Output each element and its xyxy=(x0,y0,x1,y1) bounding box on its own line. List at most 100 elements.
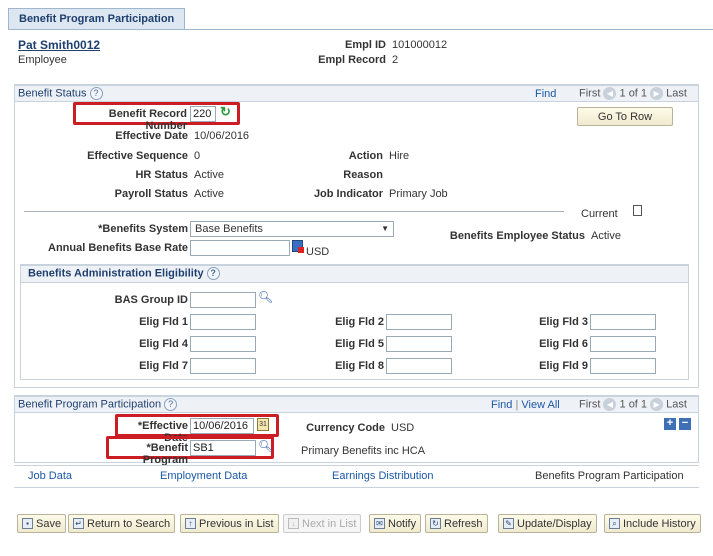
participation-effective-date-input[interactable] xyxy=(190,418,254,434)
annual-rate-label: Annual Benefits Base Rate xyxy=(48,242,188,254)
annual-rate-input[interactable] xyxy=(190,240,290,256)
help-icon[interactable]: ? xyxy=(164,398,178,411)
return-to-search-button[interactable]: ↵ Return to Search xyxy=(68,514,176,533)
hr-status-value: Active xyxy=(194,169,224,181)
eligibility-title: Benefits Administration Eligibility ? xyxy=(28,267,220,280)
previous-icon: ↑ xyxy=(185,518,196,529)
help-icon[interactable]: ? xyxy=(206,267,220,280)
current-label: Current xyxy=(581,208,618,220)
update-display-icon: ✎ xyxy=(503,518,514,529)
effective-sequence-value: 0 xyxy=(194,150,201,162)
elig-fld-8-input[interactable] xyxy=(386,358,452,374)
empl-id-value: 101000012 xyxy=(392,39,448,51)
elig-fld-4-input[interactable] xyxy=(190,336,256,352)
hr-status-label: HR Status xyxy=(135,169,188,181)
elig-fld-1-input[interactable] xyxy=(190,314,256,330)
delete-row-icon[interactable]: − xyxy=(679,418,691,430)
notify-icon: ✉ xyxy=(374,518,385,529)
view-all-link[interactable]: View All xyxy=(521,399,559,411)
benefit-program-description: Primary Benefits inc HCA xyxy=(301,445,426,457)
effective-sequence-label: Effective Sequence xyxy=(87,150,188,162)
return-icon: ↵ xyxy=(73,518,84,529)
elig-fld-6-input[interactable] xyxy=(590,336,656,352)
payroll-status-value: Active xyxy=(194,188,224,200)
elig-fld-2-input[interactable] xyxy=(386,314,452,330)
elig-fld-5-label: Elig Fld 5 xyxy=(335,338,384,350)
elig-fld-2-label: Elig Fld 2 xyxy=(335,316,384,328)
first-link[interactable]: First xyxy=(579,398,600,410)
last-link[interactable]: Last xyxy=(666,87,687,99)
previous-in-list-button[interactable]: ↑ Previous in List xyxy=(180,514,279,533)
prev-arrow-icon[interactable]: ◀ xyxy=(603,87,617,100)
job-indicator-label: Job Indicator xyxy=(313,188,383,200)
row-navigator: First ◀ 1 of 1 ▶ Last xyxy=(579,87,687,100)
dropdown-arrow-icon: ▼ xyxy=(381,224,389,233)
go-to-row-button[interactable]: Go To Row xyxy=(577,107,673,126)
update-display-button[interactable]: ✎ Update/Display xyxy=(498,514,597,533)
effective-date-label: Effective Date xyxy=(115,130,188,142)
employee-name: Pat Smith0012 xyxy=(18,38,101,52)
elig-fld-6-label: Elig Fld 6 xyxy=(539,338,588,350)
next-arrow-icon[interactable]: ▶ xyxy=(650,398,664,411)
save-icon: ▪ xyxy=(22,518,33,529)
tab-underline xyxy=(8,29,713,30)
earnings-distribution-link[interactable]: Earnings Distribution xyxy=(332,470,434,482)
prev-arrow-icon[interactable]: ◀ xyxy=(603,398,617,411)
effective-date-value: 10/06/2016 xyxy=(194,130,250,142)
refresh-icon: ↻ xyxy=(430,518,441,529)
participation-links: Find | View All xyxy=(491,399,560,411)
search-icon[interactable]: 🔍︎ xyxy=(258,439,273,453)
benefits-system-select[interactable]: Base Benefits ▼ xyxy=(190,221,394,237)
last-link[interactable]: Last xyxy=(666,398,687,410)
participation-navigator: First ◀ 1 of 1 ▶ Last xyxy=(579,398,687,411)
first-link[interactable]: First xyxy=(579,87,600,99)
find-link[interactable]: Find xyxy=(535,88,556,100)
employment-data-link[interactable]: Employment Data xyxy=(160,470,247,482)
emp-status-value: Active xyxy=(591,230,621,242)
participation-title: Benefit Program Participation ? xyxy=(18,398,178,411)
elig-fld-1-label: Elig Fld 1 xyxy=(139,316,188,328)
elig-fld-8-label: Elig Fld 8 xyxy=(335,360,384,372)
next-arrow-icon[interactable]: ▶ xyxy=(650,87,664,100)
calendar-icon[interactable]: 31 xyxy=(257,418,269,431)
links-divider-top xyxy=(14,465,699,466)
job-data-link[interactable]: Job Data xyxy=(28,470,72,482)
elig-fld-9-input[interactable] xyxy=(590,358,656,374)
add-row-icon[interactable]: + xyxy=(664,418,676,430)
elig-fld-3-input[interactable] xyxy=(590,314,656,330)
include-history-button[interactable]: ⌕ Include History xyxy=(604,514,701,533)
elig-fld-5-input[interactable] xyxy=(386,336,452,352)
refresh-icon[interactable]: ↻ xyxy=(220,104,231,120)
tab-benefit-program-participation[interactable]: Benefit Program Participation xyxy=(8,8,186,30)
next-in-list-button[interactable]: ↓ Next in List xyxy=(283,514,362,533)
find-link[interactable]: Find xyxy=(491,399,512,411)
current-page-label: Benefits Program Participation xyxy=(535,470,684,482)
payroll-status-label: Payroll Status xyxy=(114,188,188,200)
notify-button[interactable]: ✉ Notify xyxy=(369,514,422,533)
empl-record-label: Empl Record xyxy=(318,54,386,66)
empl-record-value: 2 xyxy=(392,54,399,66)
calculator-icon[interactable] xyxy=(292,240,304,253)
help-icon[interactable]: ? xyxy=(89,87,103,100)
include-history-icon: ⌕ xyxy=(609,518,620,529)
employee-type: Employee xyxy=(18,54,67,66)
benefit-status-title: Benefit Status ? xyxy=(18,87,103,100)
bas-group-input[interactable] xyxy=(190,292,256,308)
reason-label: Reason xyxy=(343,169,383,181)
benefit-program-label: *Benefit Program xyxy=(142,442,188,466)
current-page-icon xyxy=(633,205,642,216)
currency-code-value: USD xyxy=(391,422,415,434)
action-label: Action xyxy=(348,150,383,162)
divider xyxy=(24,211,564,212)
action-value: Hire xyxy=(389,150,410,162)
elig-fld-3-label: Elig Fld 3 xyxy=(539,316,588,328)
search-icon[interactable]: 🔍︎ xyxy=(258,290,273,304)
next-icon: ↓ xyxy=(288,518,299,529)
benefit-program-input[interactable] xyxy=(190,440,256,456)
record-number-label: Benefit Record Number xyxy=(108,108,187,132)
record-number-input[interactable] xyxy=(190,106,216,122)
save-button[interactable]: ▪ Save xyxy=(17,514,67,533)
row-count: 1 of 1 xyxy=(619,398,648,411)
elig-fld-7-input[interactable] xyxy=(190,358,256,374)
refresh-button[interactable]: ↻ Refresh xyxy=(425,514,488,533)
